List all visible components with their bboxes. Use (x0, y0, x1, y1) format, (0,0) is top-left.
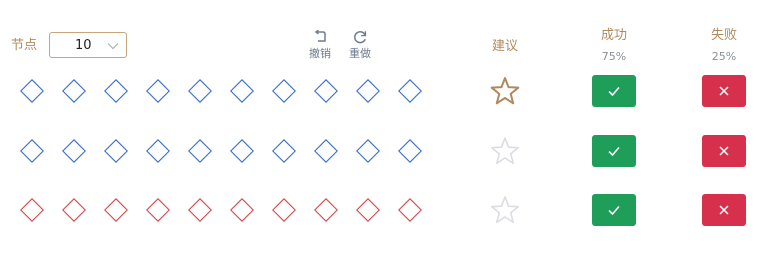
diamond-icon[interactable] (272, 79, 296, 103)
diamond-icon[interactable] (62, 79, 86, 103)
star-icon[interactable] (489, 194, 521, 226)
redo-label: 重做 (349, 47, 371, 60)
diamond-icon[interactable] (146, 198, 170, 222)
diamond-icon[interactable] (20, 139, 44, 163)
diamond-icon[interactable] (104, 79, 128, 103)
diamond-icon[interactable] (398, 139, 422, 163)
check-icon (608, 205, 620, 216)
diamond-icon[interactable] (146, 79, 170, 103)
redo-icon (354, 31, 367, 44)
diamond-icon[interactable] (272, 198, 296, 222)
success-button[interactable] (592, 135, 636, 167)
diamond-icon[interactable] (188, 79, 212, 103)
success-rate: 75% (601, 50, 627, 63)
fail-rate: 25% (711, 50, 737, 63)
undo-label: 撤销 (309, 47, 331, 60)
diamond-icon[interactable] (20, 79, 44, 103)
close-icon (719, 205, 729, 215)
redo-button[interactable]: 重做 (345, 30, 375, 60)
diamond-icon[interactable] (104, 139, 128, 163)
suggest-header: 建议 (491, 39, 518, 54)
success-button[interactable] (592, 75, 636, 107)
diamond-icon[interactable] (398, 79, 422, 103)
diamond-icon[interactable] (104, 198, 128, 222)
diamond-icon[interactable] (314, 198, 338, 222)
node-label: 节点 (11, 38, 38, 53)
star-icon[interactable] (489, 135, 521, 167)
fail-button[interactable] (702, 194, 746, 226)
close-icon (719, 86, 729, 96)
diamond-icon[interactable] (356, 139, 380, 163)
diamond-icon[interactable] (62, 139, 86, 163)
fail-header: 失败 (710, 28, 737, 43)
fail-button[interactable] (702, 135, 746, 167)
diamond-icon[interactable] (230, 79, 254, 103)
node-count-select[interactable]: 10 (49, 32, 127, 58)
diamond-icon[interactable] (356, 198, 380, 222)
chevron-down-icon (107, 43, 119, 50)
fail-button[interactable] (702, 75, 746, 107)
diamond-icon[interactable] (272, 139, 296, 163)
diamond-icon[interactable] (188, 198, 212, 222)
diamond-icon[interactable] (20, 198, 44, 222)
diamond-icon[interactable] (188, 139, 212, 163)
check-icon (608, 146, 620, 157)
undo-icon (314, 30, 326, 42)
diamond-icon[interactable] (356, 79, 380, 103)
diamond-icon[interactable] (230, 198, 254, 222)
diamond-icon[interactable] (398, 198, 422, 222)
close-icon (719, 146, 729, 156)
success-button[interactable] (592, 194, 636, 226)
success-header: 成功 (600, 28, 627, 43)
diamond-icon[interactable] (314, 139, 338, 163)
diamond-icon[interactable] (314, 79, 338, 103)
undo-button[interactable]: 撤销 (305, 30, 335, 60)
star-icon[interactable] (489, 75, 521, 107)
diamond-icon[interactable] (230, 139, 254, 163)
diamond-icon[interactable] (62, 198, 86, 222)
node-count-value: 10 (75, 38, 92, 53)
check-icon (608, 86, 620, 97)
diamond-icon[interactable] (146, 139, 170, 163)
